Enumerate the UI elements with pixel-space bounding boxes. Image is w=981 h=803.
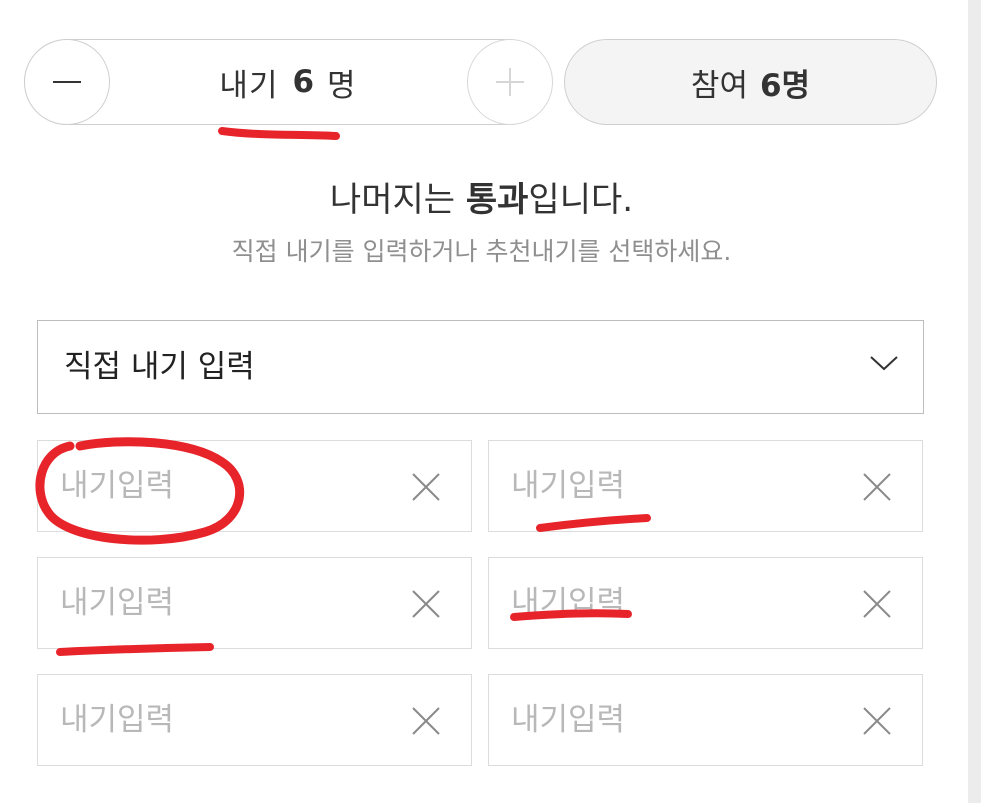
bet-input-field (37, 440, 472, 532)
bet-input[interactable] (509, 441, 843, 531)
bet-input-field (488, 674, 923, 766)
bet-input-field (488, 440, 923, 532)
headline-pre: 나머지는 (329, 180, 466, 220)
bet-count-suffix: 명 (327, 67, 357, 104)
participants-button[interactable]: 참여 6명 (564, 39, 937, 125)
minus-icon (52, 80, 81, 83)
bet-count-label: 내기 6 명 (115, 40, 461, 124)
scrollbar-track (968, 0, 981, 803)
participants-prefix: 참여 (690, 67, 748, 104)
headline-bold: 통과 (465, 180, 529, 220)
increment-button[interactable] (466, 38, 553, 125)
bet-input[interactable] (58, 675, 392, 765)
bet-input-field (37, 557, 472, 649)
close-icon[interactable] (862, 589, 892, 619)
bet-input[interactable] (58, 558, 392, 648)
decrement-button[interactable] (23, 38, 110, 125)
close-icon[interactable] (862, 472, 892, 502)
close-icon[interactable] (411, 472, 441, 502)
bet-count-stepper: 내기 6 명 (23, 38, 553, 125)
bet-input[interactable] (58, 441, 392, 531)
close-icon[interactable] (411, 706, 441, 736)
bet-input[interactable] (509, 558, 843, 648)
bet-input[interactable] (509, 675, 843, 765)
instruction-text: 직접 내기를 입력하거나 추천내기를 선택하세요. (231, 237, 732, 266)
bet-input-field (488, 557, 923, 649)
close-icon[interactable] (862, 706, 892, 736)
participants-count: 6명 (759, 67, 811, 104)
chevron-down-icon (870, 356, 898, 371)
bet-count-prefix: 내기 (219, 67, 279, 104)
headline-post: 입니다. (528, 180, 634, 220)
bet-input-field (37, 674, 472, 766)
headline: 나머지는 통과입니다. (0, 172, 963, 221)
bet-count-value: 6 (292, 64, 316, 100)
bet-type-select[interactable]: 직접 내기 입력 (37, 320, 924, 414)
bet-type-selected-value: 직접 내기 입력 (64, 349, 255, 385)
close-icon[interactable] (411, 589, 441, 619)
